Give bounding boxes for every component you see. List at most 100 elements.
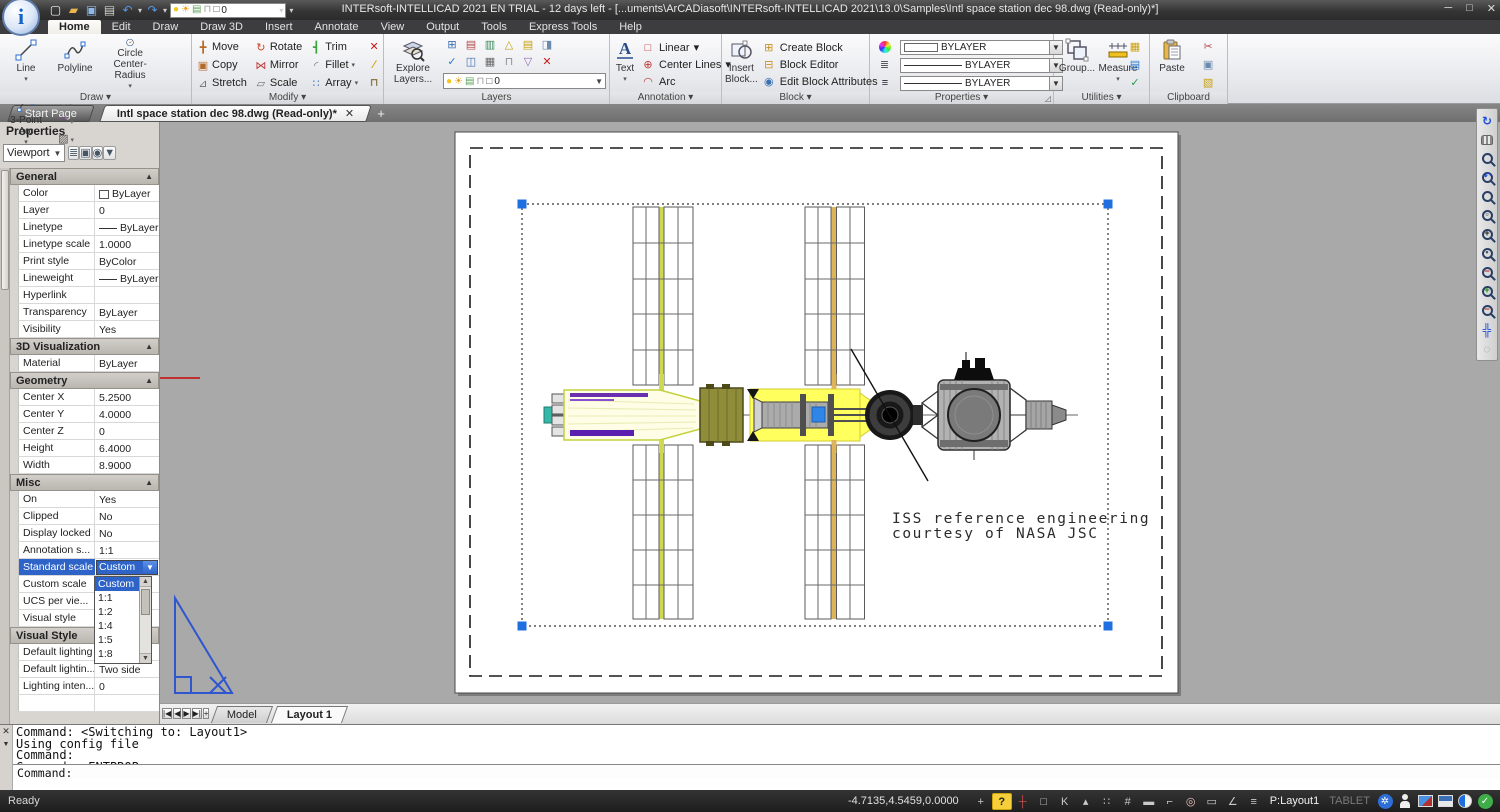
rotate-button[interactable]: ↻Rotate [253, 38, 304, 56]
filter-icon[interactable]: ▼ [103, 146, 116, 160]
linetype-icon[interactable]: ≣ [873, 57, 897, 73]
cut-icon[interactable]: ✂ [1196, 39, 1220, 55]
last-tab-button[interactable]: ▶| [192, 708, 202, 719]
property-value[interactable]: ByLayer [95, 185, 159, 201]
collapse-icon[interactable]: ▲ [145, 172, 153, 181]
revision-cloud-icon-arrow[interactable]: ▾ [68, 119, 73, 126]
scale-option-1-5[interactable]: 1:5 [95, 633, 139, 647]
select-objects-icon[interactable]: ◉ [92, 146, 104, 160]
selection-window-icon[interactable]: □ [1034, 793, 1054, 810]
quick-select-icon[interactable]: ▤ [1123, 57, 1147, 73]
property-value[interactable]: 1.0000 [95, 236, 159, 252]
ribbon-tab-annotate[interactable]: Annotate [304, 20, 370, 34]
property-row-linetype[interactable]: LinetypeByLayer [18, 219, 159, 236]
section-header-geometry[interactable]: Geometry▲ [10, 372, 159, 389]
entity-color-dropdown[interactable]: BYLAYER▼ [900, 39, 1063, 56]
open-file-icon[interactable]: ▰ [66, 3, 81, 18]
property-row-visibility[interactable]: VisibilityYes [18, 321, 159, 338]
undo-icon-arrow[interactable]: ▾ [138, 6, 142, 15]
linear-arrow[interactable]: ▾ [694, 41, 700, 54]
contrast-theme-icon[interactable] [1456, 793, 1474, 810]
property-value[interactable]: ByColor [95, 253, 159, 269]
redo-view-icon[interactable]: ↻ [1477, 111, 1497, 130]
angle-icon[interactable]: ∠ [1223, 793, 1243, 810]
property-row-transparency[interactable]: TransparencyByLayer [18, 304, 159, 321]
prev-tab-button[interactable]: ◀ [173, 708, 181, 719]
zoom-realtime-icon[interactable] [1477, 149, 1497, 168]
layer-match-icon[interactable]: ▥ [481, 38, 499, 54]
pan-icon[interactable] [1477, 130, 1497, 149]
insert-block-button[interactable]: Insert Block... [725, 36, 758, 92]
lineweight-icon[interactable]: ≡ [873, 75, 897, 91]
property-row-display-locked[interactable]: Display lockedNo [18, 525, 159, 542]
property-value[interactable]: 5.2500 [95, 389, 159, 405]
palette-scrollbar[interactable] [0, 168, 10, 724]
quick-calc-icon[interactable]: ▦ [1123, 39, 1147, 55]
copy-properties-icon[interactable]: ▣ [79, 146, 91, 160]
zoom-center-icon[interactable]: • [1477, 244, 1497, 263]
explode-icon[interactable]: ∕ [362, 57, 386, 73]
redo-icon-arrow[interactable]: ▾ [163, 6, 167, 15]
layer-properties-icon[interactable]: ⊞ [443, 38, 461, 54]
property-value[interactable]: ByLayer [95, 270, 159, 286]
arc-button[interactable]: ◠Arc [641, 73, 731, 90]
hatch-icon-arrow[interactable]: ▾ [69, 137, 74, 144]
property-value[interactable]: 1:1 [95, 542, 159, 558]
zoom-extents-icon[interactable]: ╬ [1477, 320, 1497, 339]
properties-panel-label[interactable]: Properties ▾ [870, 92, 1053, 104]
array-arrow[interactable]: ▾ [355, 79, 359, 87]
tab-close-icon[interactable]: ✕ [345, 108, 354, 120]
layer-dropdown[interactable]: ●☀▤⊓□0▼ [443, 73, 606, 89]
property-row-clipped[interactable]: ClippedNo [18, 508, 159, 525]
property-value[interactable] [95, 695, 159, 711]
property-value[interactable]: Custom▼ [95, 559, 159, 575]
collapse-icon[interactable]: ▲ [145, 478, 153, 487]
new-file-icon[interactable]: ▢ [48, 3, 63, 18]
layer-states-icon[interactable]: ▤ [462, 38, 480, 54]
command-input[interactable]: Command: [13, 764, 1500, 779]
ortho-icon[interactable]: K [1055, 793, 1075, 810]
chevron-down-icon[interactable]: ▼ [143, 561, 157, 574]
property-value[interactable]: 0 [95, 202, 159, 218]
lwt-icon[interactable]: ▬ [1139, 793, 1159, 810]
tab-layout1[interactable]: Layout 1 [271, 706, 348, 723]
quick-select-tree-icon[interactable]: ≣ [68, 146, 79, 160]
grip-bottom-right[interactable] [1104, 622, 1113, 631]
settings-gear-icon[interactable]: ✲ [1376, 793, 1394, 810]
block-panel-label[interactable]: Block ▾ [722, 92, 869, 104]
copy-clip-icon[interactable]: ▣ [1196, 57, 1220, 73]
section-header-misc[interactable]: Misc▲ [10, 474, 159, 491]
elevation-icon[interactable]: ⌐ [1160, 793, 1180, 810]
ribbon-tab-tools[interactable]: Tools [470, 20, 518, 34]
ribbon-tab-edit[interactable]: Edit [101, 20, 142, 34]
display-config-icon[interactable] [1416, 793, 1434, 810]
scale-option-1-2[interactable]: 1:2 [95, 605, 139, 619]
property-row-center-y[interactable]: Center Y4.0000 [18, 406, 159, 423]
property-row-lineweight[interactable]: LineweightByLayer [18, 270, 159, 287]
line-button[interactable]: Line▾ [3, 36, 49, 92]
property-value[interactable]: ByLayer [95, 355, 159, 371]
edit-block-attributes-button[interactable]: ◉Edit Block Attributes [762, 73, 878, 90]
annotation-panel-label[interactable]: Annotation ▾ [610, 92, 721, 104]
scale-option-1-8[interactable]: 1:8 [95, 647, 139, 661]
layer-delete-icon[interactable]: ✕ [538, 55, 556, 71]
center-snap-icon[interactable]: ◎ [1181, 793, 1201, 810]
array-button[interactable]: ∷Array▾ [308, 74, 360, 92]
color-wheel-icon[interactable] [873, 39, 897, 55]
entity-lineweight-dropdown[interactable]: BYLAYER▼ [900, 75, 1063, 92]
quick-layer-dropdown[interactable]: ●☀▤⊓□0▾ [170, 3, 286, 18]
match-props-icon[interactable]: ▧ [1196, 75, 1220, 91]
property-row-center-x[interactable]: Center X5.2500 [18, 389, 159, 406]
property-value[interactable]: 6.4000 [95, 440, 159, 456]
zoom-out-icon[interactable]: − [1477, 263, 1497, 282]
trim-button[interactable]: ┫Trim [308, 38, 360, 56]
property-row-material[interactable]: MaterialByLayer [18, 355, 159, 372]
property-row-color[interactable]: ColorByLayer [18, 185, 159, 202]
stretch-button[interactable]: ⊿Stretch [195, 74, 249, 92]
property-value[interactable]: No [95, 508, 159, 524]
user-icon[interactable] [1396, 793, 1414, 810]
next-tab-button[interactable]: ▶ [182, 708, 190, 719]
scroll-up-icon[interactable]: ▲ [140, 577, 151, 587]
zoom-in-icon[interactable]: + [1477, 225, 1497, 244]
property-value[interactable]: ByLayer [95, 219, 159, 235]
